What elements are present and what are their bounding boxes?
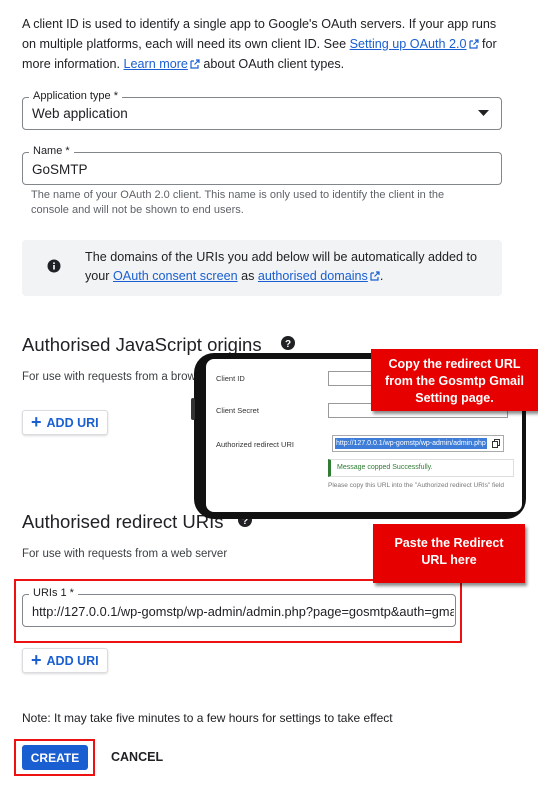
phone-help-text: Please copy this URL into the "Authorize… [328, 482, 504, 489]
application-type-label: Application type * [29, 90, 122, 102]
redirect-uris-title: Authorised redirect URIs [22, 511, 224, 532]
redirect-uris-subtitle: For use with requests from a web server [22, 548, 228, 560]
phone-redirect-value: http://127.0.0.1/wp-gomstp/wp-admin/admi… [335, 438, 487, 449]
intro-text-3: about OAuth client types. [199, 57, 345, 71]
paste-url-callout: Paste the Redirect URL here [373, 524, 525, 583]
add-js-origin-button[interactable]: + ADD URI [22, 410, 108, 435]
copy-icon[interactable] [492, 439, 500, 448]
add-uri-label: ADD URI [46, 653, 99, 668]
learn-more-link[interactable]: Learn more [124, 57, 188, 71]
redirect-uri-label: URIs 1 * [29, 587, 78, 599]
cancel-button[interactable]: CANCEL [111, 750, 163, 764]
setting-up-oauth-link[interactable]: Setting up OAuth 2.0 [350, 37, 467, 51]
name-field-hint: The name of your OAuth 2.0 client. This … [31, 189, 445, 216]
redirect-uri-input[interactable]: URIs 1 * http://127.0.0.1/wp-gomstp/wp-a… [22, 587, 456, 627]
phone-side-button [191, 398, 195, 420]
intro-paragraph: A client ID is used to identify a single… [22, 14, 502, 74]
copy-url-callout: Copy the redirect URL from the Gosmtp Gm… [371, 349, 538, 411]
help-icon[interactable]: ? [281, 336, 295, 350]
phone-client-secret-label: Client Secret [216, 406, 259, 415]
external-link-icon [370, 271, 380, 281]
info-text-3: . [379, 269, 384, 283]
oauth-consent-screen-link[interactable]: OAuth consent screen [113, 269, 238, 283]
authorised-domains-link[interactable]: authorised domains [258, 269, 368, 283]
create-button[interactable]: CREATE [22, 745, 88, 770]
domains-info-text: The domains of the URIs you add below wi… [85, 248, 480, 286]
external-link-icon [190, 59, 200, 69]
phone-copied-text: Message copped Successfully. [337, 464, 433, 471]
add-redirect-uri-button[interactable]: + ADD URI [22, 648, 108, 673]
settings-note: Note: It may take five minutes to a few … [22, 711, 393, 725]
redirect-uri-value: http://127.0.0.1/wp-gomstp/wp-admin/admi… [32, 604, 454, 619]
info-text-2: as [237, 269, 258, 283]
phone-redirect-input[interactable]: http://127.0.0.1/wp-gomstp/wp-admin/admi… [332, 435, 504, 452]
application-type-value: Web application [32, 106, 128, 121]
name-field-label: Name * [29, 145, 74, 157]
phone-client-id-label: Client ID [216, 374, 245, 383]
add-uri-label: ADD URI [46, 415, 99, 430]
info-icon [47, 259, 61, 273]
application-type-select[interactable]: Application type * Web application [22, 90, 502, 130]
phone-redirect-label: Authorized redirect URI [216, 440, 294, 449]
plus-icon: + [31, 411, 42, 432]
phone-copied-message: Message copped Successfully. [328, 459, 514, 477]
plus-icon: + [31, 649, 42, 670]
external-link-icon [468, 39, 479, 49]
domains-info-box: The domains of the URIs you add below wi… [22, 240, 502, 296]
name-input[interactable]: Name * GoSMTP [22, 145, 502, 185]
js-origins-subtitle: For use with requests from a brow [22, 371, 196, 383]
svg-text:?: ? [285, 339, 291, 350]
name-field-value: GoSMTP [32, 162, 88, 177]
dropdown-arrow-icon [478, 110, 489, 116]
